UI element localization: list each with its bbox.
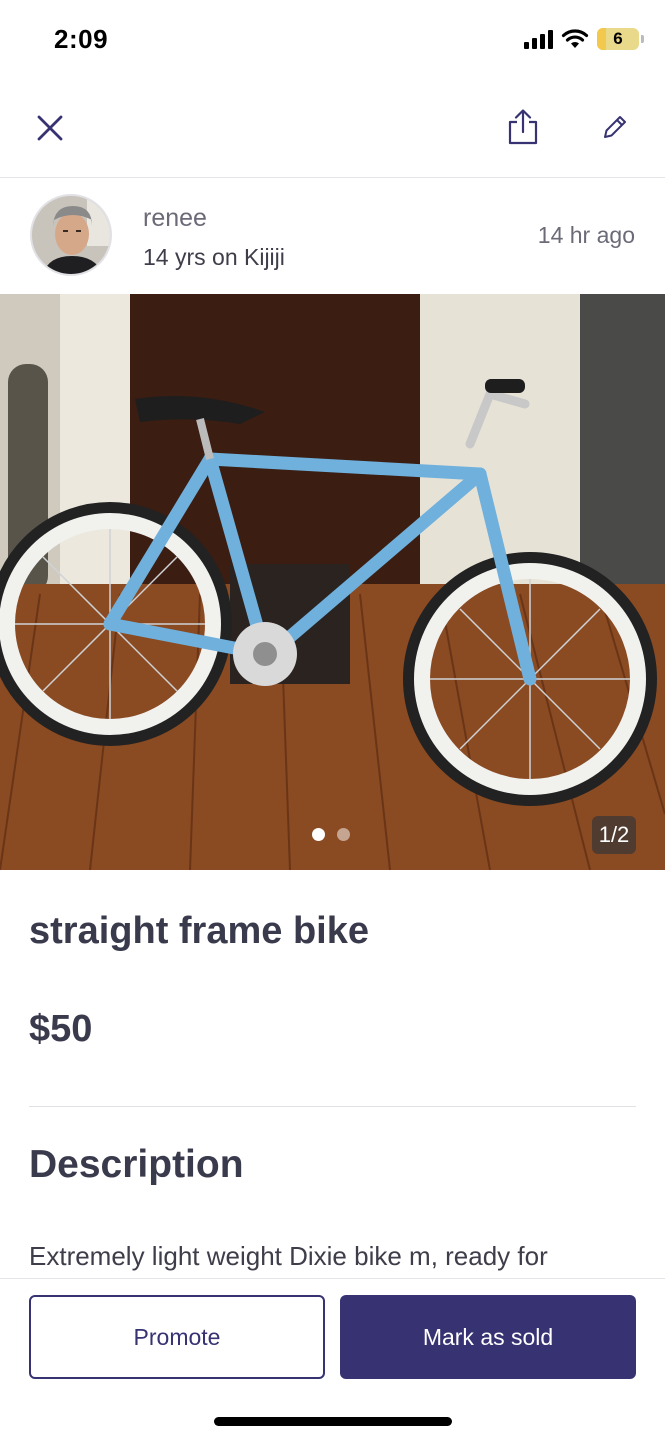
home-indicator[interactable] <box>214 1417 452 1426</box>
wifi-icon <box>561 29 589 48</box>
action-bar: Promote Mark as sold <box>0 1278 665 1440</box>
edit-pencil-icon <box>604 116 626 138</box>
cellular-signal-icon <box>524 29 553 49</box>
avatar[interactable] <box>30 194 112 276</box>
status-bar: 2:09 6 <box>0 0 665 80</box>
image-pager <box>312 828 350 841</box>
nav-bar <box>0 80 665 178</box>
bike-photo <box>0 294 665 870</box>
battery-level: 6 <box>613 29 623 48</box>
seller-info[interactable]: renee 14 yrs on Kijiji 14 hr ago <box>0 178 665 294</box>
image-counter: 1/2 <box>592 816 636 854</box>
pager-dot[interactable] <box>337 828 350 841</box>
share-icon <box>508 109 538 145</box>
seller-tenure: 14 yrs on Kijiji <box>143 244 285 270</box>
description-heading: Description <box>29 1143 244 1186</box>
close-button[interactable] <box>30 108 70 148</box>
mark-as-sold-button[interactable]: Mark as sold <box>340 1295 636 1379</box>
listing-title: straight frame bike <box>29 910 369 952</box>
divider <box>29 1106 636 1107</box>
posted-time: 14 hr ago <box>537 222 635 248</box>
seller-name[interactable]: renee <box>143 204 207 233</box>
listing-price: $50 <box>29 1008 93 1050</box>
avatar-photo <box>32 196 110 274</box>
edit-button[interactable] <box>595 106 635 148</box>
listing-photo[interactable] <box>0 294 665 870</box>
status-icons: 6 <box>524 28 644 50</box>
promote-button[interactable]: Promote <box>29 1295 325 1379</box>
status-time: 2:09 <box>54 24 109 54</box>
share-button[interactable] <box>501 104 545 150</box>
pager-dot-active[interactable] <box>312 828 325 841</box>
description-text: Extremely light weight Dixie bike m, rea… <box>29 1241 548 1271</box>
battery-icon: 6 <box>597 28 644 50</box>
close-icon <box>37 115 63 141</box>
